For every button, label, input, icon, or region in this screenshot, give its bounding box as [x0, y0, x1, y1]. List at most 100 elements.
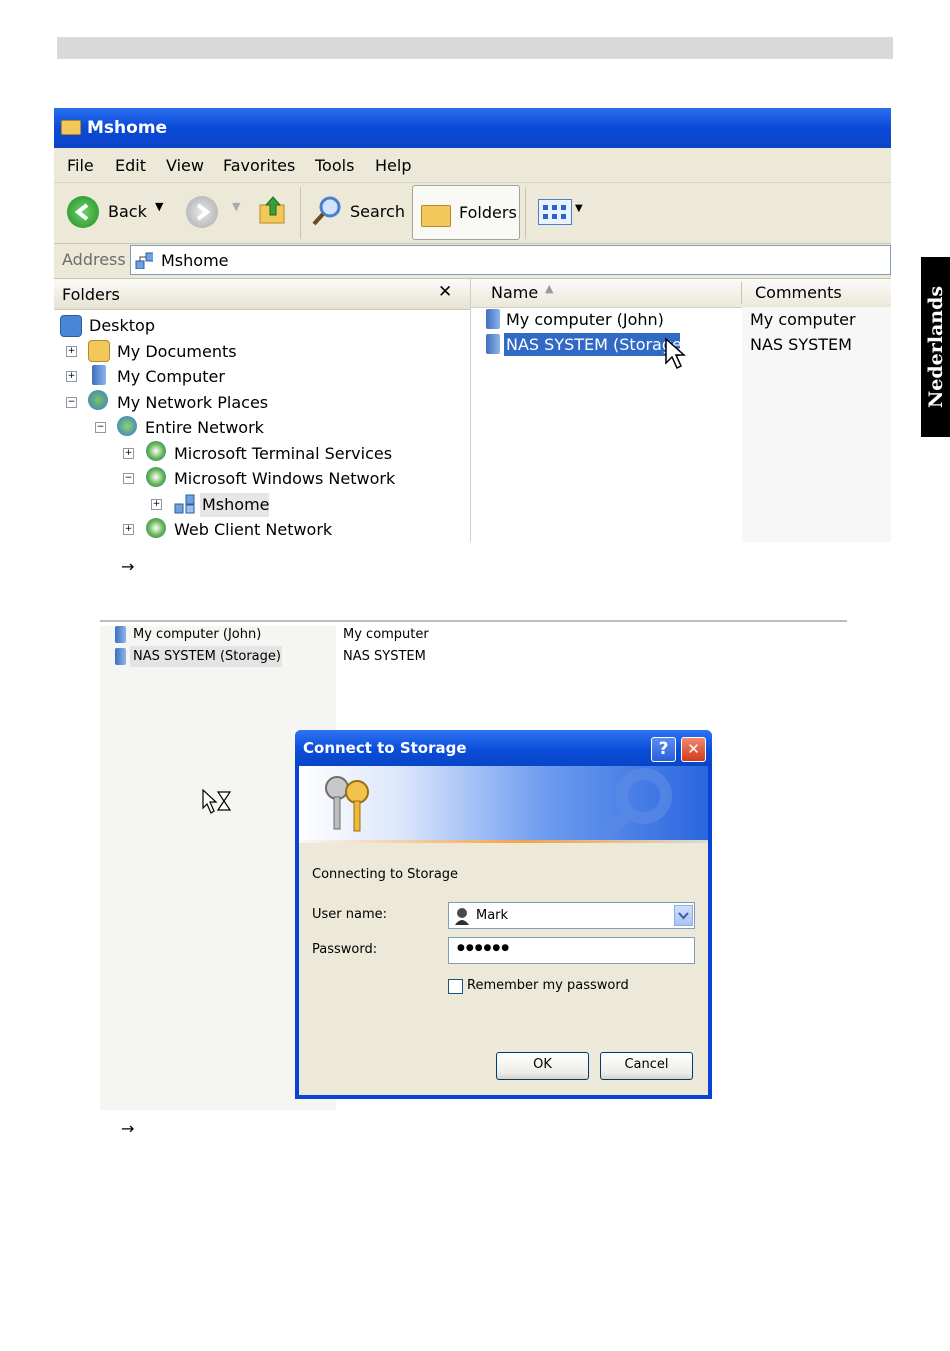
views-icon[interactable]	[538, 199, 572, 225]
computer-icon	[115, 626, 126, 643]
forward-arrow-icon[interactable]	[186, 196, 218, 228]
explorer-window: Mshome File Edit View Favorites Tools He…	[54, 108, 891, 542]
toolbar: Back ▼ ▼ Search Folders ▼	[54, 183, 891, 244]
menu-bar: File Edit View Favorites Tools Help	[54, 148, 891, 183]
address-input[interactable]: Mshome	[130, 245, 891, 275]
tree-item-windows-network[interactable]: Microsoft Windows Network	[174, 469, 395, 488]
workgroup-icon	[174, 494, 195, 514]
menu-favorites[interactable]: Favorites	[223, 156, 295, 175]
my-documents-icon	[88, 340, 110, 362]
address-label: Address	[62, 250, 126, 269]
window-title: Mshome	[87, 118, 168, 138]
busy-cursor-icon	[202, 788, 232, 814]
username-combobox[interactable]: Mark	[448, 902, 695, 929]
expander-mshome[interactable]: +	[151, 499, 162, 510]
menu-file[interactable]: File	[67, 156, 94, 175]
back-dropdown-icon[interactable]: ▼	[155, 200, 163, 213]
column-comments[interactable]: Comments	[755, 283, 842, 302]
username-value: Mark	[476, 908, 509, 923]
close-icon[interactable]: ✕	[438, 282, 452, 302]
up-folder-icon[interactable]	[258, 193, 288, 227]
menu-tools[interactable]: Tools	[315, 156, 354, 175]
tree-item-terminal-services[interactable]: Microsoft Terminal Services	[174, 444, 392, 463]
remember-label[interactable]: Remember my password	[467, 978, 629, 993]
folders-icon	[421, 205, 451, 227]
list-item-name[interactable]: My computer (John)	[133, 627, 261, 642]
computer-icon	[115, 648, 126, 665]
language-side-tab: Nederlands	[921, 257, 950, 437]
menu-help[interactable]: Help	[375, 156, 411, 175]
column-name[interactable]: Name	[491, 283, 538, 302]
list-item-comment: NAS SYSTEM	[750, 335, 852, 354]
views-dropdown-icon[interactable]: ▼	[575, 203, 583, 214]
password-value: ●●●●●●	[457, 943, 511, 953]
expander-entire-network[interactable]: −	[95, 422, 106, 433]
cancel-button[interactable]: Cancel	[600, 1052, 693, 1080]
tree-item-web-client-network[interactable]: Web Client Network	[174, 520, 332, 539]
step-arrow: →	[121, 1119, 135, 1138]
top-border	[100, 620, 847, 622]
remember-checkbox[interactable]	[448, 979, 463, 994]
keys-icon	[325, 776, 369, 832]
list-item[interactable]: My computer (John) My computer	[471, 307, 891, 332]
list-item-name: NAS SYSTEM (Storage)	[506, 335, 689, 354]
language-label: Nederlands	[924, 285, 947, 409]
column-divider[interactable]	[741, 282, 742, 304]
folders-pane-header: Folders ✕	[54, 279, 470, 310]
tree-item-my-network-places[interactable]: My Network Places	[117, 393, 268, 412]
forward-dropdown-icon: ▼	[232, 200, 241, 213]
list-item-name[interactable]: NAS SYSTEM (Storage)	[133, 649, 281, 664]
search-button[interactable]: Search	[350, 202, 405, 221]
network-computer-icon	[135, 252, 153, 269]
back-arrow-icon[interactable]	[67, 196, 99, 228]
sort-ascending-icon: ▲	[545, 282, 554, 295]
my-computer-icon	[92, 365, 106, 385]
user-icon	[455, 908, 469, 925]
tree-item-my-documents[interactable]: My Documents	[117, 342, 237, 361]
banner-watermark-icon	[595, 768, 672, 841]
expander-windows-network[interactable]: −	[123, 473, 134, 484]
connecting-message: Connecting to Storage	[312, 867, 459, 882]
second-file-list: My computer (John) My computer NAS SYSTE…	[100, 626, 600, 676]
password-label: Password:	[312, 942, 378, 957]
dialog-body: Connecting to Storage User name: Mark Pa…	[299, 843, 708, 1095]
computer-icon	[486, 309, 500, 329]
toolbar-separator	[300, 187, 301, 239]
menu-view[interactable]: View	[166, 156, 204, 175]
folder-tree: Desktop + My Documents + My Computer − M…	[54, 313, 470, 542]
list-item-name: My computer (John)	[506, 310, 664, 329]
page-header-bar	[57, 37, 893, 59]
expander-my-documents[interactable]: +	[66, 346, 77, 357]
back-button[interactable]: Back	[108, 202, 147, 221]
tree-item-my-computer[interactable]: My Computer	[117, 367, 225, 386]
expander-my-computer[interactable]: +	[66, 371, 77, 382]
network-globe-icon	[146, 467, 166, 487]
folders-header-label: Folders	[62, 285, 120, 304]
folders-button[interactable]: Folders	[412, 185, 520, 240]
toolbar-separator	[525, 187, 526, 239]
expander-my-network-places[interactable]: −	[66, 397, 77, 408]
help-button[interactable]: ?	[651, 737, 676, 762]
search-icon[interactable]	[310, 194, 344, 228]
computer-icon	[486, 334, 500, 354]
ok-button[interactable]: OK	[496, 1052, 589, 1080]
expander-web-client-network[interactable]: +	[123, 524, 134, 535]
folders-button-label: Folders	[459, 203, 517, 222]
dialog-close-button[interactable]: ✕	[681, 737, 706, 762]
step-arrow: →	[121, 557, 135, 576]
desktop-icon	[60, 315, 82, 337]
file-list: My computer (John) My computer NAS SYSTE…	[471, 307, 891, 370]
password-field[interactable]: ●●●●●●	[448, 937, 695, 964]
tree-item-desktop[interactable]: Desktop	[89, 316, 155, 335]
tree-item-entire-network[interactable]: Entire Network	[145, 418, 264, 437]
tree-item-mshome[interactable]: Mshome	[202, 495, 270, 514]
chevron-down-icon[interactable]	[674, 905, 693, 926]
address-value: Mshome	[161, 251, 229, 270]
network-places-icon	[88, 390, 108, 410]
list-item-comment: My computer	[343, 627, 429, 642]
network-globe-icon	[146, 518, 166, 538]
window-titlebar: Mshome	[54, 108, 891, 148]
menu-edit[interactable]: Edit	[115, 156, 146, 175]
expander-terminal-services[interactable]: +	[123, 448, 134, 459]
list-item-comment: NAS SYSTEM	[343, 649, 426, 664]
